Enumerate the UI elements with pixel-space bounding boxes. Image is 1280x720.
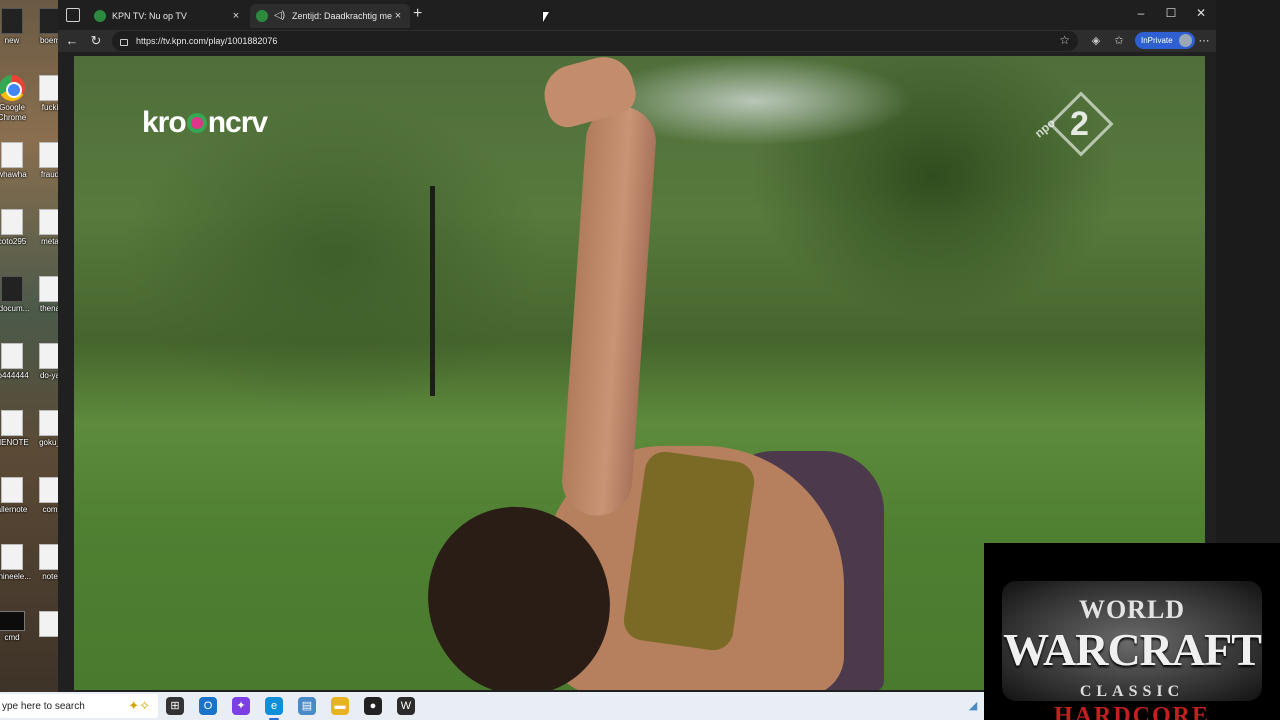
search-placeholder: ype here to search (2, 700, 85, 712)
desktop-icon-label: kdocum... (0, 304, 30, 313)
desktop-icon-label: coto295 (0, 237, 27, 246)
tab-label: KPN TV: Nu op TV (112, 11, 187, 21)
overlay-line3: CLASSIC (1079, 683, 1185, 700)
inprivate-label: InPrivate (1141, 36, 1173, 45)
tray-arrow-icon[interactable]: ◢ (964, 697, 982, 715)
desktop-icon[interactable]: cmd (0, 611, 30, 643)
back-icon[interactable]: ← (63, 32, 81, 50)
desktop-icon-label: Google Chrome (0, 103, 27, 122)
file-icon (1, 410, 23, 436)
overlay-line4: HARDCORE (1053, 703, 1210, 720)
file-icon (1, 276, 23, 302)
warcraft-overlay: WORLD WARCRAFT CLASSIC HARDCORE (984, 543, 1280, 720)
desktop-icon-label: HENOTE (0, 438, 29, 447)
desktop-icon[interactable]: coto295 (0, 209, 30, 247)
avatar (1178, 34, 1192, 47)
file-icon (1, 142, 23, 168)
kpn-favicon-icon (94, 10, 106, 22)
close-window-button[interactable]: ✕ (1186, 6, 1216, 20)
wow-icon[interactable]: W (397, 697, 415, 715)
address-bar-row: ← ↻ https://tv.kpn.com/play/1001882076 ☆… (58, 30, 1216, 52)
kroncrv-ring-icon (186, 113, 207, 133)
desktop-icon-label: onineele... (0, 572, 31, 581)
kpn-favicon-icon (256, 10, 268, 22)
desktop-icon[interactable]: onineele... (0, 544, 31, 582)
extensions-icon[interactable]: ◈ (1088, 33, 1104, 49)
file-icon (1, 477, 23, 503)
taskbar: ype here to search ✦✧ ⊞ O ✦ e ▤ ▬ ● W ◢ (0, 692, 984, 720)
desktop-icon-label: to444444 (0, 371, 29, 380)
more-menu-icon[interactable]: ⋯ (1196, 33, 1212, 49)
video-pole (430, 186, 435, 396)
new-tab-button[interactable]: + (413, 6, 422, 22)
overlay-line2: WARCRAFT (1003, 624, 1262, 675)
close-tab-icon[interactable]: × (392, 10, 404, 22)
npo2-logo: npo 2 (1032, 91, 1114, 157)
copilot-icon[interactable]: ✦ (232, 697, 250, 715)
chrome-icon (0, 75, 25, 101)
file-icon (1, 343, 23, 369)
refresh-icon[interactable]: ↻ (87, 32, 105, 50)
desktop-icon-label: new (4, 36, 20, 45)
file-icon (1, 8, 23, 34)
desktop-icon-label: cmd (4, 633, 20, 642)
file-icon (1, 209, 23, 235)
mouse-cursor (543, 12, 549, 22)
desktop-icon[interactable]: HENOTE (0, 410, 30, 448)
taskbar-search[interactable]: ype here to search ✦✧ (0, 694, 158, 718)
tab-kpn-tv[interactable]: KPN TV: Nu op TV × (88, 4, 248, 28)
desktop-icon-label: whawha (0, 170, 27, 179)
minimize-button[interactable]: – (1126, 6, 1156, 20)
remote-icon[interactable]: ▤ (298, 697, 316, 715)
speaker-icon[interactable]: ◁) (274, 11, 286, 21)
url-text: https://tv.kpn.com/play/1001882076 (136, 36, 278, 46)
outlook-icon[interactable]: O (199, 697, 217, 715)
close-tab-icon[interactable]: × (230, 10, 242, 22)
desktop-icon[interactable]: new (0, 8, 30, 46)
favorite-star-icon[interactable]: ☆ (1059, 33, 1070, 47)
address-bar[interactable]: https://tv.kpn.com/play/1001882076 ☆ (112, 31, 1078, 51)
overlay-line1: WORLD (1078, 595, 1186, 624)
desktop-icon[interactable]: allernote (0, 477, 30, 515)
favorites-icon[interactable]: ✩ (1111, 33, 1127, 49)
desktop-icon[interactable]: whawha (0, 142, 30, 180)
tab-label: Zentijd: Daadkrachtig met y... (292, 11, 392, 21)
file-explorer-icon[interactable]: ▬ (331, 697, 349, 715)
edge-icon[interactable]: e (265, 697, 283, 720)
cmd-icon (0, 611, 25, 631)
maximize-button[interactable]: ☐ (1156, 6, 1186, 20)
desktop-area: new boem Google Chrome fucki whawha fraud coto… (0, 0, 62, 692)
kroncrv-logo: kro ncrv (142, 106, 268, 139)
inprivate-badge[interactable]: InPrivate (1135, 32, 1195, 49)
sparkle-icon: ✦✧ (128, 698, 150, 713)
pokeball-icon[interactable]: ● (364, 697, 382, 715)
desktop-icon[interactable]: kdocum... (0, 276, 30, 314)
lock-icon[interactable] (120, 38, 128, 46)
task-view-icon[interactable]: ⊞ (166, 697, 184, 715)
tab-zentijd[interactable]: ◁) Zentijd: Daadkrachtig met y... × (250, 4, 410, 28)
tab-bar: KPN TV: Nu op TV × ◁) Zentijd: Daadkrach… (58, 0, 1216, 30)
file-icon (1, 544, 23, 570)
tab-actions-icon[interactable] (66, 8, 80, 22)
desktop-icon[interactable]: Google Chrome (0, 75, 30, 123)
desktop-icon[interactable]: to444444 (0, 343, 30, 381)
desktop-icon-label: allernote (0, 505, 28, 514)
